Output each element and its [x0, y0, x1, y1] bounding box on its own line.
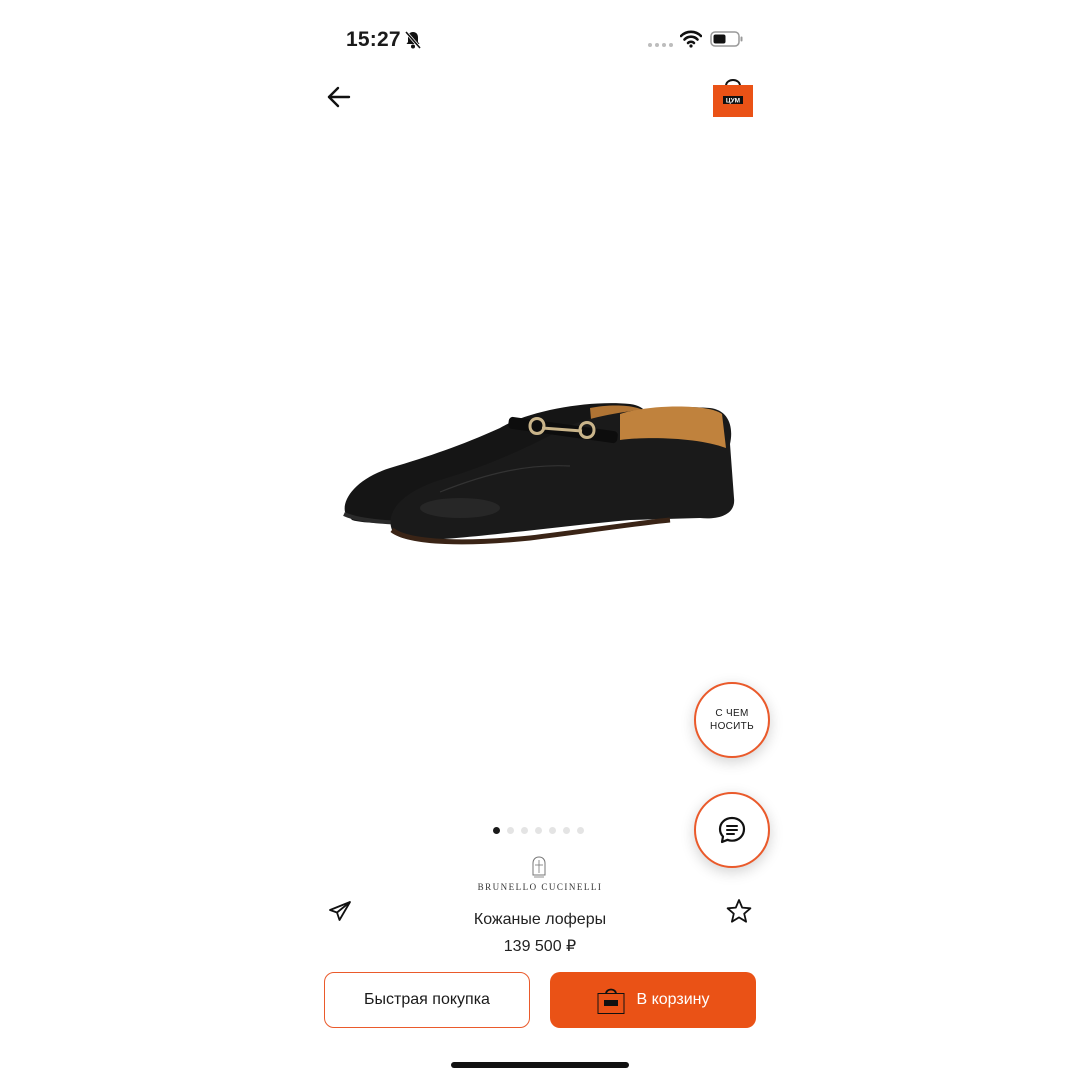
gallery-dot[interactable] [493, 827, 500, 834]
chat-bubble-icon [718, 816, 746, 844]
wear-with-button[interactable]: С ЧЕМ НОСИТЬ [694, 682, 770, 758]
paper-plane-icon[interactable] [328, 900, 352, 922]
gallery-pagination[interactable] [493, 827, 584, 834]
gallery-dot[interactable] [549, 827, 556, 834]
star-outline-icon[interactable] [726, 898, 752, 924]
quick-buy-label: Быстрая покупка [364, 991, 490, 1008]
home-indicator[interactable] [451, 1062, 629, 1068]
status-time: 15:27 [346, 28, 401, 51]
gallery-dot[interactable] [535, 827, 542, 834]
quick-buy-button[interactable]: Быстрая покупка [324, 972, 530, 1028]
brand-name[interactable]: BRUNELLO CUCINELLI [440, 882, 640, 892]
logo-text: ЦУМ [726, 98, 740, 105]
tsum-logo-bag-icon[interactable]: ЦУМ [712, 74, 754, 118]
shopping-bag-icon [597, 988, 625, 1014]
chat-button[interactable] [694, 792, 770, 868]
wear-with-label: С ЧЕМ НОСИТЬ [710, 708, 754, 732]
product-price: 139 500 ₽ [503, 938, 577, 955]
product-image[interactable] [330, 380, 750, 560]
add-to-cart-label: В корзину [636, 991, 710, 1008]
wifi-icon [680, 30, 702, 48]
gallery-dot[interactable] [563, 827, 570, 834]
gallery-dot[interactable] [507, 827, 514, 834]
back-arrow-icon[interactable] [326, 84, 352, 110]
brand-emblem-icon [532, 856, 546, 878]
gallery-dot[interactable] [521, 827, 528, 834]
add-to-cart-button[interactable]: В корзину [550, 972, 756, 1028]
battery-icon [710, 31, 743, 47]
gallery-dot[interactable] [577, 827, 584, 834]
bell-slash-icon [404, 31, 422, 49]
product-title: Кожаные лоферы [473, 911, 607, 928]
cellular-signal-icon [648, 43, 673, 47]
